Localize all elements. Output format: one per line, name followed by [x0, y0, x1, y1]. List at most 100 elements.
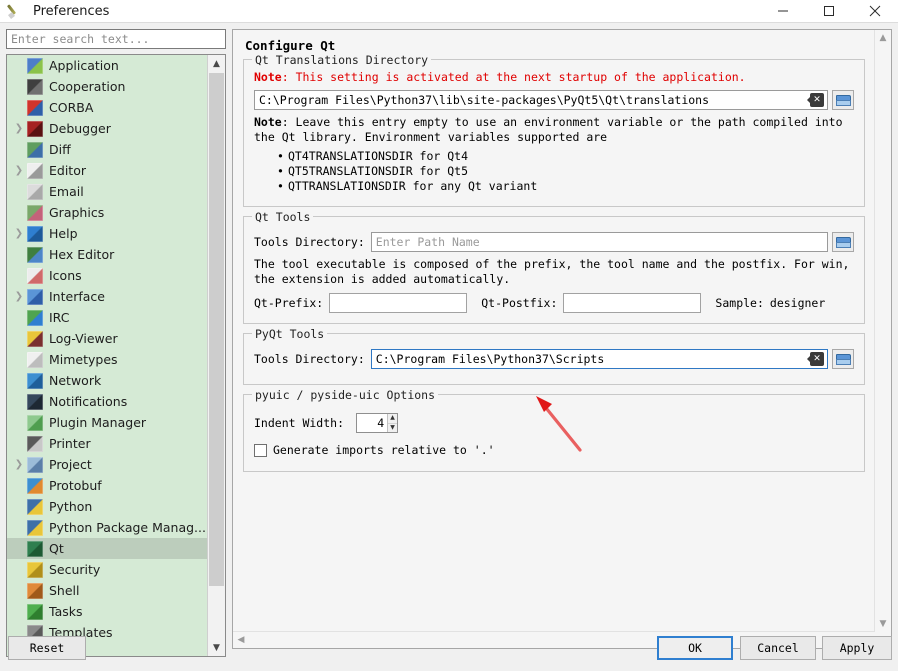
- ok-button[interactable]: OK: [657, 636, 733, 660]
- translations-note2-text: : Leave this entry empty to use an envir…: [254, 115, 843, 144]
- qt-prefix-label: Qt-Prefix:: [254, 296, 324, 310]
- pyqt-tools-group-title: PyQt Tools: [252, 327, 328, 341]
- pyqt-tools-open-folder-button[interactable]: [832, 349, 854, 369]
- scroll-up-icon[interactable]: ▲: [208, 55, 225, 72]
- sidebar-item-help[interactable]: ❯ Help: [7, 223, 208, 244]
- preferences-dialog: Application Cooperation CORBA ❯ Debugger Diff…: [0, 23, 898, 671]
- relative-imports-row[interactable]: Generate imports relative to '.': [254, 443, 854, 457]
- python-icon: [27, 519, 43, 536]
- sidebar-item-irc[interactable]: IRC: [7, 307, 208, 328]
- sidebar-item-label: IRC: [49, 310, 70, 325]
- translations-directory-input[interactable]: [254, 90, 828, 110]
- indent-width-spin-buttons[interactable]: ▲ ▼: [387, 414, 398, 433]
- sidebar-scrollbar[interactable]: ▲ ▼: [207, 55, 225, 656]
- search-input[interactable]: [6, 29, 226, 49]
- chevron-right-icon[interactable]: ❯: [11, 454, 27, 475]
- translations-open-folder-button[interactable]: [832, 90, 854, 110]
- network-globe-icon: [27, 372, 43, 389]
- sidebar-item-notifications[interactable]: Notifications: [7, 391, 208, 412]
- shell-icon: [27, 582, 43, 599]
- notifications-icon: [27, 393, 43, 410]
- sidebar-tree[interactable]: Application Cooperation CORBA ❯ Debugger Diff…: [6, 54, 226, 657]
- sidebar-item-label: Email: [49, 184, 84, 199]
- pyqt-tools-path-row: Tools Directory: ✕: [254, 349, 854, 369]
- indent-width-stepper[interactable]: ▲ ▼: [356, 413, 399, 433]
- qt-translations-group-title: Qt Translations Directory: [252, 53, 432, 67]
- sidebar-item-application[interactable]: Application: [7, 55, 208, 76]
- sidebar-item-python-package-manag[interactable]: Python Package Manag...: [7, 517, 208, 538]
- sidebar-item-diff[interactable]: Diff: [7, 139, 208, 160]
- sidebar-item-graphics[interactable]: Graphics: [7, 202, 208, 223]
- minimize-icon[interactable]: [760, 0, 806, 22]
- application-icon: [27, 57, 43, 74]
- sidebar-item-log-viewer[interactable]: Log-Viewer: [7, 328, 208, 349]
- close-icon[interactable]: [852, 0, 898, 22]
- sidebar-item-interface[interactable]: ❯ Interface: [7, 286, 208, 307]
- sidebar-item-icons[interactable]: Icons: [7, 265, 208, 286]
- chevron-right-icon[interactable]: ❯: [11, 286, 27, 307]
- cancel-button[interactable]: Cancel: [740, 636, 816, 660]
- sidebar-item-label: Diff: [49, 142, 71, 157]
- settings-panel: Configure Qt Qt Translations Directory N…: [232, 29, 892, 649]
- spin-up-icon[interactable]: ▲: [388, 414, 398, 424]
- scrollbar-thumb[interactable]: [209, 73, 224, 586]
- dialog-button-bar: Reset OK Cancel Apply: [0, 627, 898, 671]
- printer-icon: [27, 435, 43, 452]
- indent-width-row: Indent Width: ▲ ▼: [254, 413, 854, 433]
- qt-tools-directory-input[interactable]: [370, 232, 828, 252]
- sidebar-item-editor[interactable]: ❯ Editor: [7, 160, 208, 181]
- sidebar-item-printer[interactable]: Printer: [7, 433, 208, 454]
- pyqt-tools-directory-input[interactable]: [370, 349, 828, 369]
- qt-prefix-input[interactable]: [329, 293, 468, 313]
- sidebar-item-label: Graphics: [49, 205, 105, 220]
- sidebar-item-label: Help: [49, 226, 78, 241]
- chevron-right-icon[interactable]: ❯: [11, 160, 27, 181]
- sidebar-item-shell[interactable]: Shell: [7, 580, 208, 601]
- qt-tools-path-row: Tools Directory:: [254, 232, 854, 252]
- sidebar-item-label: Debugger: [49, 121, 111, 136]
- translations-path-row: ✕: [254, 90, 854, 110]
- sidebar-item-email[interactable]: Email: [7, 181, 208, 202]
- translations-note-sep: :: [281, 70, 296, 84]
- sidebar-item-mimetypes[interactable]: Mimetypes: [7, 349, 208, 370]
- sidebar-item-protobuf[interactable]: Protobuf: [7, 475, 208, 496]
- sidebar-item-cooperation[interactable]: Cooperation: [7, 76, 208, 97]
- chevron-right-icon[interactable]: ❯: [11, 223, 27, 244]
- sidebar-item-label: Notifications: [49, 394, 128, 409]
- sidebar-item-label: Icons: [49, 268, 82, 283]
- qt-icon: [27, 540, 43, 557]
- clear-backspace-icon[interactable]: ✕: [807, 93, 824, 107]
- diff-icon: [27, 141, 43, 158]
- qt-tools-directory-label: Tools Directory:: [254, 235, 365, 249]
- plugin-manager-icon: [27, 414, 43, 431]
- qt-translations-group: Qt Translations Directory Note: This set…: [243, 53, 865, 207]
- indent-width-input[interactable]: [357, 414, 388, 432]
- apply-button[interactable]: Apply: [822, 636, 892, 660]
- sidebar-item-security[interactable]: Security: [7, 559, 208, 580]
- qt-tools-open-folder-button[interactable]: [832, 232, 854, 252]
- reset-button[interactable]: Reset: [8, 636, 86, 660]
- sidebar-item-plugin-manager[interactable]: Plugin Manager: [7, 412, 208, 433]
- clear-backspace-icon[interactable]: ✕: [807, 352, 824, 366]
- graphics-icon: [27, 204, 43, 221]
- qt-postfix-input[interactable]: [563, 293, 702, 313]
- sidebar-item-network[interactable]: Network: [7, 370, 208, 391]
- qt-prefix-row: Qt-Prefix: Qt-Postfix: Sample: designer: [254, 293, 854, 313]
- sidebar-item-corba[interactable]: CORBA: [7, 97, 208, 118]
- sidebar-item-debugger[interactable]: ❯ Debugger: [7, 118, 208, 139]
- chevron-right-icon[interactable]: ❯: [11, 118, 27, 139]
- sidebar-item-label: Interface: [49, 289, 105, 304]
- spin-down-icon[interactable]: ▼: [388, 424, 397, 433]
- relative-imports-checkbox[interactable]: [254, 443, 267, 457]
- sidebar-item-tasks[interactable]: Tasks: [7, 601, 208, 622]
- sidebar-item-hex-editor[interactable]: Hex Editor: [7, 244, 208, 265]
- window-controls: [760, 0, 898, 22]
- settings-panel-vscrollbar[interactable]: ▲ ▼: [874, 30, 891, 632]
- scroll-up-icon[interactable]: ▲: [875, 30, 891, 46]
- sidebar-item-python[interactable]: Python: [7, 496, 208, 517]
- sidebar-item-qt[interactable]: Qt: [7, 538, 208, 559]
- sidebar-item-project[interactable]: ❯ Project: [7, 454, 208, 475]
- qt-tools-group: Qt Tools Tools Directory: The tool execu…: [243, 210, 865, 324]
- corba-icon: [27, 99, 43, 116]
- maximize-icon[interactable]: [806, 0, 852, 22]
